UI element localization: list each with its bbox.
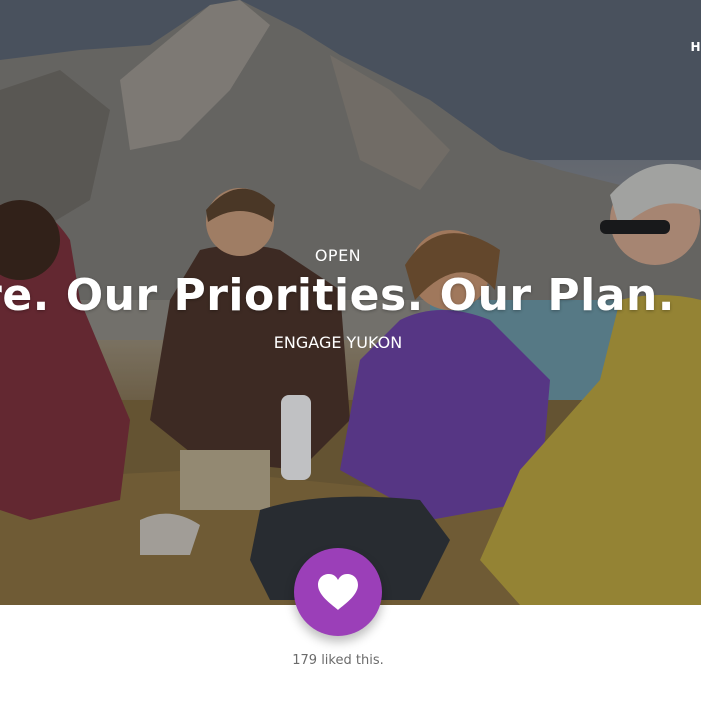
like-count: 179 liked this. xyxy=(292,653,384,668)
like-button[interactable] xyxy=(294,548,382,636)
page-title: Yukon's Future. Our Priorities. Our Plan… xyxy=(0,270,675,321)
nav-item[interactable]: H xyxy=(690,40,701,54)
hero-banner: H OPEN Yukon's Future. Our Priorities. O… xyxy=(0,0,701,605)
status-label: OPEN xyxy=(314,246,362,265)
heart-icon xyxy=(318,574,358,610)
category-link[interactable]: ENGAGE YUKON xyxy=(0,333,676,352)
